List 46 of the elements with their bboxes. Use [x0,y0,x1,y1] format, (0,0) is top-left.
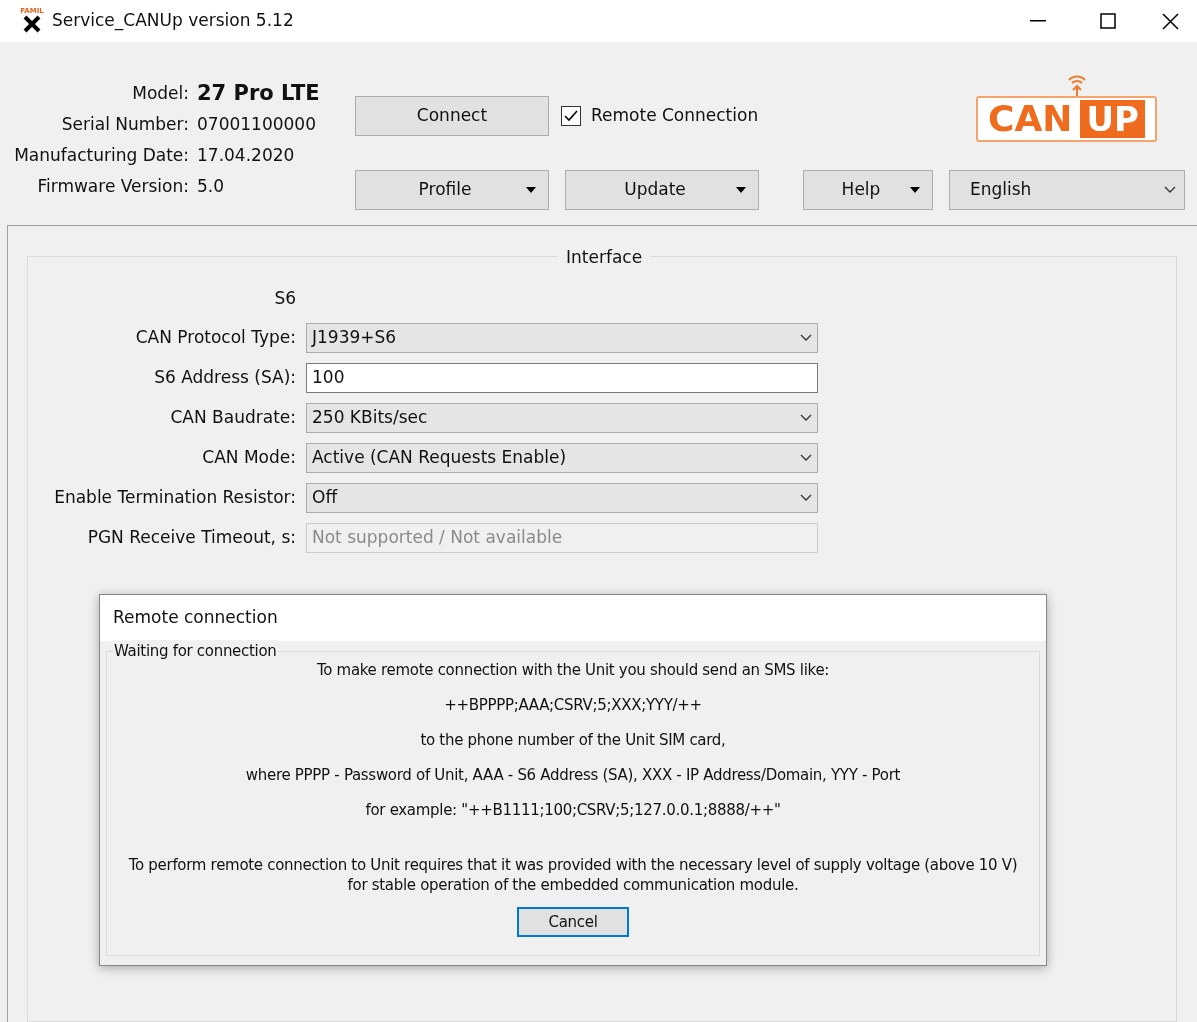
dropdown[interactable]: 250 KBits/sec [306,403,818,433]
chevron-down-icon [800,334,812,342]
info-label: Firmware Version: [36,174,190,198]
field-label: Enable Termination Resistor: [53,486,297,510]
info-value: 07001100000 [197,112,316,136]
input-field[interactable]: 100 [306,363,818,393]
cancel-button[interactable]: Cancel [517,907,629,937]
chevron-down-icon [800,494,812,502]
dropdown[interactable]: Off [306,483,818,513]
connect-button[interactable]: Connect [355,96,549,136]
caret-icon [526,187,536,193]
instruction-text: ++BPPPP;AAA;CSRV;5;XXX;YYY/++ [444,695,702,716]
window-title: Service_CANUp version 5.12 [52,9,294,33]
note-text: To perform remote connection to Unit requires that it was provided with the necessary level of supply voltage (above 10 V) [128,855,1018,875]
instruction-text: To make remote connection with the Unit you should send an SMS like: [316,660,830,681]
info-label: Manufacturing Date: [13,143,190,167]
instruction-text: where PPPP - Password of Unit, AAA - S6 Address (SA), XXX - IP Address/Domain, YYY - Port [245,765,901,786]
section-label: S6 [273,287,296,311]
chevron-down-icon [800,414,812,422]
language-dropdown[interactable]: English [949,170,1185,210]
checkbox-label: Remote Connection [591,104,759,128]
caret-icon [736,187,746,193]
field-label: CAN Mode: [201,446,297,470]
instruction-text: for example: "++B1111;100;CSRV;5;127.0.0.1;8888/++" [365,800,781,821]
dropdown[interactable]: J1939+S6 [306,323,818,353]
instruction-text: to the phone number of the Unit SIM card, [420,730,726,751]
dropdown[interactable]: Active (CAN Requests Enable) [306,443,818,473]
menu-button[interactable]: Profile [355,170,549,210]
info-value: 27 Pro LTE [197,79,320,107]
note-text: for stable operation of the embedded communication module. [347,875,799,895]
info-label: Serial Number: [60,112,190,136]
menu-button[interactable]: Update [565,170,759,210]
field-label: S6 Address (SA): [153,366,297,390]
info-value: 5.0 [197,174,225,198]
dialog-title: Remote connection [113,606,278,630]
logo: CAN UP [976,74,1157,142]
info-label: Model: [131,81,190,105]
caret-icon [910,187,920,193]
checkbox[interactable] [561,106,581,126]
field-label: CAN Baudrate: [169,406,297,430]
menu-button[interactable]: Help [803,170,933,210]
field-label: CAN Protocol Type: [134,326,297,350]
chevron-down-icon [800,454,812,462]
chevron-down-icon [1164,186,1176,194]
field-label: PGN Receive Timeout, s: [86,526,297,550]
info-value: 17.04.2020 [197,143,295,167]
